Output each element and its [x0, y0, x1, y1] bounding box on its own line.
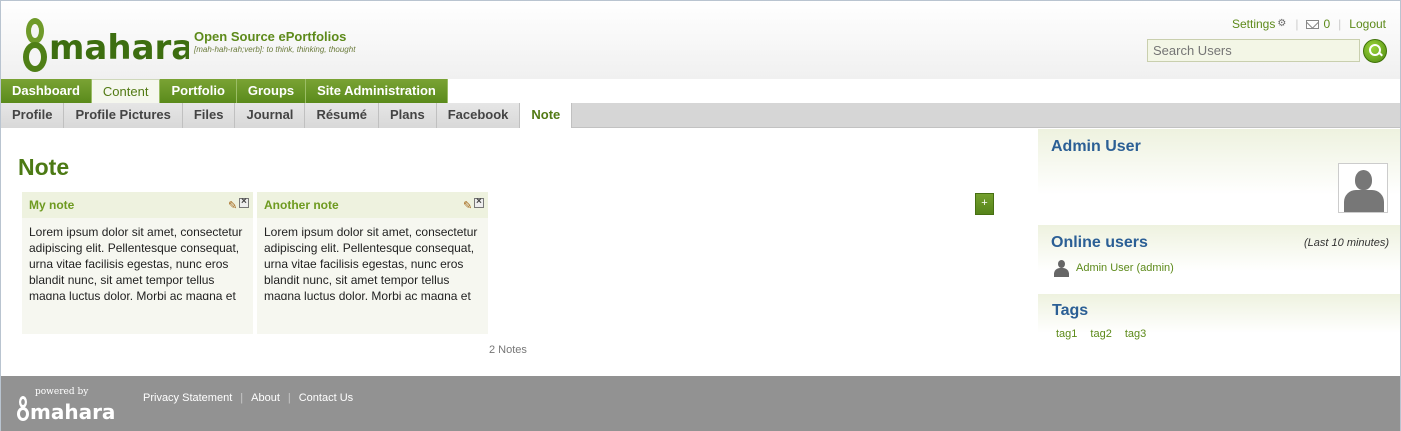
sub-nav: Profile Profile Pictures Files Journal R… [1, 103, 1400, 128]
privacy-statement-link[interactable]: Privacy Statement [143, 392, 232, 404]
nav-tab-dashboard[interactable]: Dashboard [1, 79, 92, 103]
footer-links: Privacy Statement | About | Contact Us [143, 392, 353, 404]
avatar[interactable] [1338, 163, 1388, 213]
subnav-tab-note[interactable]: Note [520, 103, 573, 128]
tag-link[interactable]: tag1 [1056, 328, 1077, 340]
profile-sidebar-block: Admin User [1038, 129, 1400, 223]
top-links: Settings ⚙ | 0 | Logout [1232, 17, 1386, 31]
inbox-count[interactable]: 0 [1323, 17, 1330, 31]
online-user-link[interactable]: Admin User (admin) [1076, 262, 1174, 274]
nav-tab-site-administration[interactable]: Site Administration [306, 79, 448, 103]
subnav-tab-journal[interactable]: Journal [235, 103, 306, 128]
note-body: Lorem ipsum dolor sit amet, consectetur … [264, 225, 478, 300]
page-title: Note [18, 154, 70, 180]
svg-text:powered by: powered by [35, 387, 89, 397]
nav-tab-content[interactable]: Content [91, 79, 161, 103]
settings-link[interactable]: Settings [1232, 17, 1275, 31]
search-button[interactable] [1363, 39, 1387, 63]
subnav-tab-files[interactable]: Files [182, 103, 236, 128]
svg-text:mahara: mahara [49, 28, 189, 68]
separator: | [1295, 17, 1299, 31]
note-body: Lorem ipsum dolor sit amet, consectetur … [29, 225, 243, 300]
online-users-block: Online users (Last 10 minutes) Admin Use… [1038, 225, 1400, 291]
subnav-tab-profile[interactable]: Profile [1, 103, 65, 128]
page-footer: powered by mahara Privacy Statement | Ab… [1, 376, 1400, 431]
search-users-input[interactable] [1147, 39, 1360, 62]
tag-link[interactable]: tag2 [1090, 328, 1111, 340]
logout-link[interactable]: Logout [1349, 17, 1386, 31]
delete-icon[interactable] [474, 196, 484, 208]
tagline-title: Open Source ePortfolios [194, 29, 347, 44]
powered-by-mahara-logo[interactable]: powered by mahara [15, 385, 119, 421]
user-icon [1052, 259, 1070, 277]
note-card: My note Lorem ipsum dolor sit amet, cons… [22, 192, 253, 334]
subnav-tab-plans[interactable]: Plans [379, 103, 437, 128]
note-title[interactable]: Another note [264, 198, 339, 212]
page-header: mahara Open Source ePortfolios [mah-hah-… [1, 1, 1400, 79]
avatar-head [1355, 170, 1372, 190]
tags-title: Tags [1052, 302, 1089, 319]
main-nav: Dashboard Content Portfolio Groups Site … [1, 79, 448, 103]
edit-icon[interactable] [228, 198, 238, 208]
tag-list: tag1 tag2 tag3 [1056, 328, 1146, 340]
tagline: Open Source ePortfolios [mah-hah-rah;ver… [194, 29, 355, 54]
add-note-button[interactable]: + [975, 193, 994, 215]
subnav-tab-profile-pictures[interactable]: Profile Pictures [64, 103, 183, 128]
tags-block: Tags tag1 tag2 tag3 [1038, 294, 1400, 350]
note-header: Another note [257, 192, 488, 218]
about-link[interactable]: About [251, 392, 280, 404]
mahara-logo[interactable]: mahara [19, 13, 189, 75]
note-title[interactable]: My note [29, 198, 74, 212]
separator: | [1338, 17, 1342, 31]
delete-icon[interactable] [239, 196, 249, 208]
edit-icon[interactable] [463, 198, 473, 208]
avatar-body [1344, 190, 1384, 212]
contact-us-link[interactable]: Contact Us [299, 392, 353, 404]
tag-link[interactable]: tag3 [1125, 328, 1146, 340]
separator: | [287, 392, 291, 404]
tagline-subtitle: [mah-hah-rah;verb]: to think, thinking, … [194, 45, 356, 54]
profile-name[interactable]: Admin User [1051, 138, 1141, 156]
nav-tab-groups[interactable]: Groups [236, 79, 307, 103]
subnav-tab-facebook[interactable]: Facebook [436, 103, 521, 128]
gear-icon[interactable]: ⚙ [1277, 19, 1287, 29]
note-card: Another note Lorem ipsum dolor sit amet,… [257, 192, 488, 334]
svg-text:mahara: mahara [30, 400, 115, 421]
online-users-period: (Last 10 minutes) [1304, 237, 1389, 249]
separator: | [240, 392, 244, 404]
subnav-tab-resume[interactable]: Résumé [305, 103, 380, 128]
mail-icon[interactable] [1306, 19, 1320, 29]
notes-count: 2 Notes [489, 344, 527, 356]
nav-tab-portfolio[interactable]: Portfolio [160, 79, 237, 103]
online-users-title: Online users [1051, 234, 1148, 251]
note-header: My note [22, 192, 253, 218]
